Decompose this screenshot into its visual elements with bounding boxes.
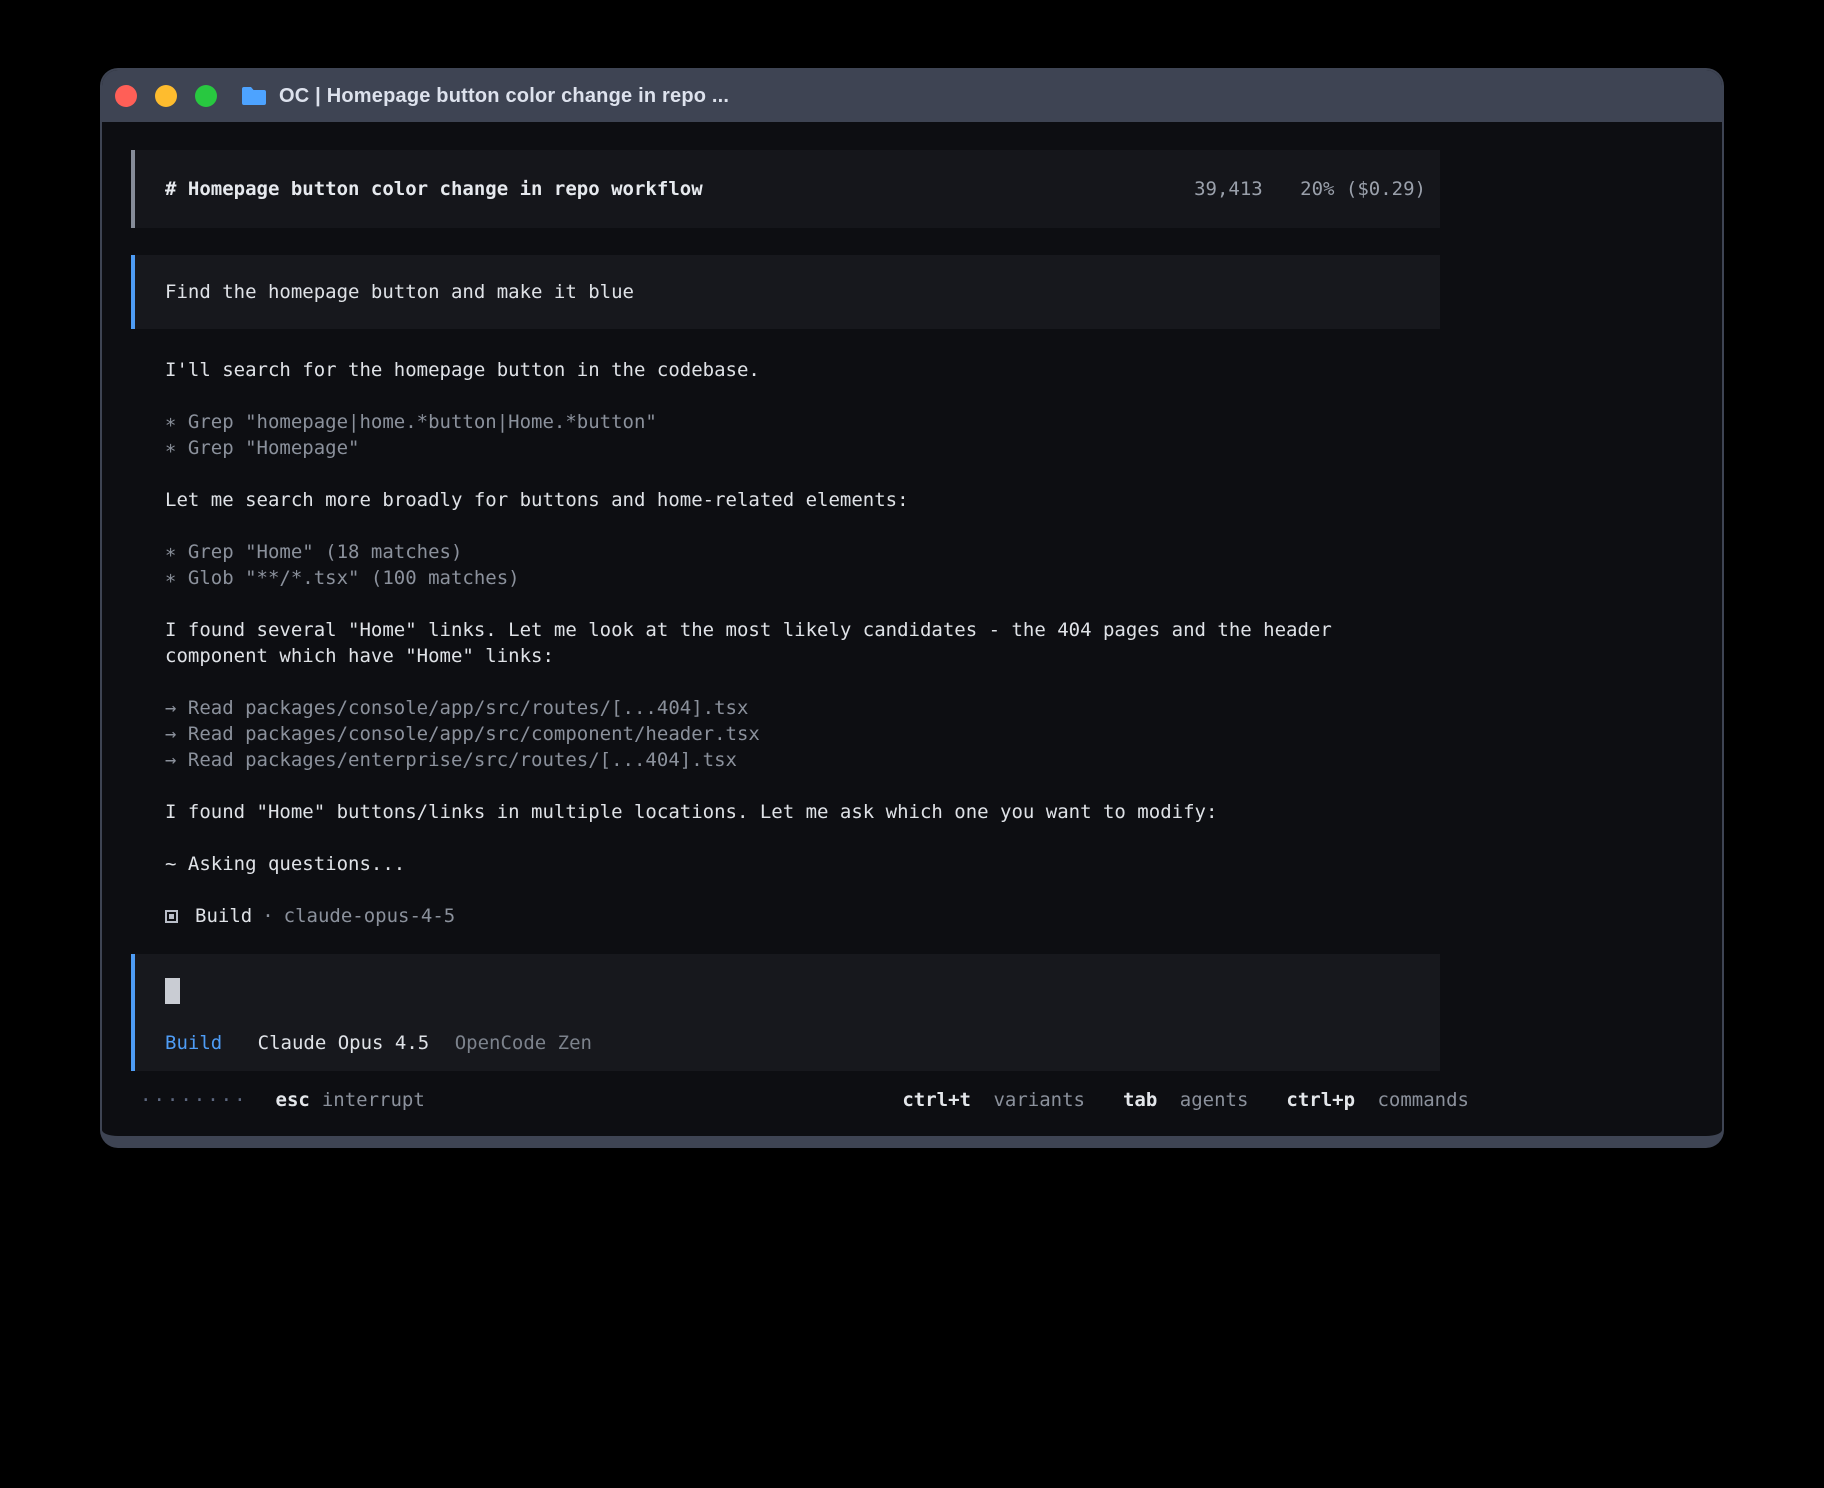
tool-call-group: → Read packages/console/app/src/routes/[… bbox=[165, 695, 1440, 773]
terminal-window: OC | Homepage button color change in rep… bbox=[100, 68, 1724, 1148]
assistant-text: Let me search more broadly for buttons a… bbox=[165, 487, 1440, 513]
folder-icon bbox=[241, 86, 267, 106]
user-message: Find the homepage button and make it blu… bbox=[131, 255, 1440, 329]
provider-label: OpenCode Zen bbox=[455, 1032, 592, 1054]
hint-key: tab bbox=[1123, 1089, 1157, 1111]
tool-call-grep: ∗ Grep "Home" (18 matches) bbox=[165, 539, 1440, 565]
tool-call-read: → Read packages/enterprise/src/routes/[.… bbox=[165, 747, 1440, 773]
model-label: Claude Opus 4.5 bbox=[258, 1032, 430, 1054]
token-count: 39,413 bbox=[1194, 178, 1263, 200]
agent-separator: · bbox=[262, 903, 273, 929]
keyboard-hints: ctrl+t variants tab agents ctrl+p comman… bbox=[902, 1087, 1469, 1113]
user-message-text: Find the homepage button and make it blu… bbox=[165, 281, 634, 303]
tool-call-group: ∗ Grep "homepage|home.*button|Home.*butt… bbox=[165, 409, 1440, 461]
spinner-dots: ········ bbox=[140, 1087, 248, 1113]
hint-label: variants bbox=[993, 1089, 1085, 1111]
hint-key: ctrl+p bbox=[1286, 1089, 1355, 1111]
traffic-lights bbox=[115, 85, 217, 107]
assistant-text: I found "Home" buttons/links in multiple… bbox=[165, 799, 1440, 825]
esc-action-label: interrupt bbox=[322, 1087, 425, 1113]
input-status-line: Build Claude Opus 4.5 OpenCode Zen bbox=[165, 1030, 1410, 1056]
prompt-input[interactable]: Build Claude Opus 4.5 OpenCode Zen bbox=[131, 954, 1440, 1071]
hint-commands: ctrl+p commands bbox=[1286, 1087, 1469, 1113]
agent-model: claude-opus-4-5 bbox=[284, 903, 456, 929]
hint-key: ctrl+t bbox=[902, 1089, 971, 1111]
hint-label: commands bbox=[1377, 1089, 1469, 1111]
session-title: # Homepage button color change in repo w… bbox=[165, 176, 703, 202]
session-header: # Homepage button color change in repo w… bbox=[131, 150, 1440, 228]
status-bar: ········ esc interrupt ctrl+t variants t… bbox=[140, 1087, 1469, 1113]
hint-label: agents bbox=[1180, 1089, 1249, 1111]
session-stats: 39,413 20% ($0.29) bbox=[1194, 176, 1426, 202]
close-button[interactable] bbox=[115, 85, 137, 107]
hint-variants: ctrl+t variants bbox=[902, 1087, 1085, 1113]
esc-key-hint: esc bbox=[276, 1087, 310, 1113]
assistant-text: I found several "Home" links. Let me loo… bbox=[165, 617, 1440, 669]
minimize-button[interactable] bbox=[155, 85, 177, 107]
agent-name: Build bbox=[195, 903, 252, 929]
tool-call-read: → Read packages/console/app/src/componen… bbox=[165, 721, 1440, 747]
titlebar[interactable]: OC | Homepage button color change in rep… bbox=[102, 70, 1722, 122]
text-cursor bbox=[165, 978, 180, 1004]
tool-call-grep: ∗ Grep "Homepage" bbox=[165, 435, 1440, 461]
agent-status-line: Build · claude-opus-4-5 bbox=[165, 903, 1722, 929]
session-view: # Homepage button color change in repo w… bbox=[102, 122, 1722, 1113]
hint-agents: tab agents bbox=[1123, 1087, 1248, 1113]
window-title: OC | Homepage button color change in rep… bbox=[279, 85, 729, 108]
tool-call-grep: ∗ Grep "homepage|home.*button|Home.*butt… bbox=[165, 409, 1440, 435]
tool-call-group: ∗ Grep "Home" (18 matches) ∗ Glob "**/*.… bbox=[165, 539, 1440, 591]
mode-label[interactable]: Build bbox=[165, 1032, 222, 1054]
agent-icon bbox=[165, 910, 178, 923]
tool-call-glob: ∗ Glob "**/*.tsx" (100 matches) bbox=[165, 565, 1440, 591]
zoom-button[interactable] bbox=[195, 85, 217, 107]
desktop-background: { "titlebar": { "title": "OC | Homepage … bbox=[0, 0, 1824, 1488]
assistant-text: I'll search for the homepage button in t… bbox=[165, 357, 1440, 383]
tool-call-read: → Read packages/console/app/src/routes/[… bbox=[165, 695, 1440, 721]
status-text: ~ Asking questions... bbox=[165, 851, 1440, 877]
context-usage: 20% ($0.29) bbox=[1300, 178, 1426, 200]
